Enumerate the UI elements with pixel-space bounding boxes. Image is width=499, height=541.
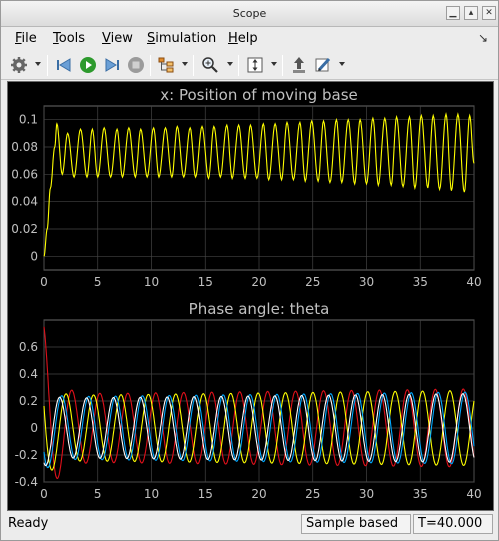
toolbar-separator: [238, 55, 239, 76]
signal-hierarchy-icon[interactable]: [155, 54, 177, 76]
y-tick-label: 0: [30, 249, 38, 263]
x-tick-label: 10: [144, 275, 159, 289]
plot-area: x: Position of moving base 0 5 10 15 20 25 30 35…: [7, 81, 494, 511]
menu-simulation[interactable]: Simulation: [147, 31, 216, 46]
status-text: Ready: [8, 516, 49, 531]
window-title: Scope: [232, 7, 267, 20]
menu-bar: File Tools View Simulation Help ↘: [1, 28, 498, 50]
x-tick-label: 35: [413, 487, 428, 501]
chart-title: x: Position of moving base: [160, 86, 357, 104]
chevron-down-icon[interactable]: [182, 62, 188, 66]
y-tick-label: 0.02: [11, 222, 38, 236]
x-tick-label: 0: [40, 487, 48, 501]
y-tick-label: 0.4: [19, 367, 38, 381]
zoom-icon[interactable]: [199, 54, 221, 76]
toolbar-separator: [47, 55, 48, 76]
x-tick-label: 15: [198, 487, 213, 501]
title-bar: Scope ▁ ▴ ✕: [1, 1, 498, 27]
gear-icon[interactable]: [8, 54, 30, 76]
x-tick-label: 40: [466, 487, 481, 501]
x-tick-label: 10: [144, 487, 159, 501]
run-icon[interactable]: [77, 54, 99, 76]
maximize-icon[interactable]: ▴: [464, 6, 478, 20]
step-back-icon[interactable]: [53, 54, 75, 76]
x-tick-label: 25: [305, 487, 320, 501]
stop-icon[interactable]: [125, 54, 147, 76]
chart-2: Phase angle: theta 0 5 10 15 20 25 30 35 40 -0.4 -0…: [15, 300, 482, 501]
scope-window: Scope ▁ ▴ ✕ File Tools View Simulation H…: [0, 0, 499, 541]
toolbar-separator: [282, 55, 283, 76]
x-tick-label: 15: [198, 275, 213, 289]
dock-arrow-icon[interactable]: ↘: [478, 31, 488, 45]
toolbar-separator: [150, 55, 151, 76]
x-tick-label: 35: [413, 275, 428, 289]
menu-help[interactable]: Help: [228, 31, 258, 46]
x-tick-label: 5: [94, 487, 102, 501]
x-tick-label: 40: [466, 275, 481, 289]
y-tick-label: 0.06: [11, 167, 38, 181]
edit-style-icon[interactable]: [312, 54, 334, 76]
y-tick-label: 0.2: [19, 394, 38, 408]
y-tick-label: 0: [30, 421, 38, 435]
scope-plots: x: Position of moving base 0 5 10 15 20 25 30 35…: [11, 86, 482, 501]
toolbar: [1, 50, 498, 80]
x-tick-label: 5: [94, 275, 102, 289]
y-tick-label: 0.08: [11, 140, 38, 154]
chevron-down-icon[interactable]: [339, 62, 345, 66]
toolbar-separator: [193, 55, 194, 76]
status-time: T=40.000: [413, 514, 493, 534]
y-tick-label: 0.1: [19, 113, 38, 127]
x-tick-label: 30: [359, 487, 374, 501]
menu-view[interactable]: View: [102, 31, 133, 46]
menu-file[interactable]: File: [15, 31, 37, 46]
x-tick-label: 30: [359, 275, 374, 289]
minimize-icon[interactable]: ▁: [446, 6, 460, 20]
scale-axes-icon[interactable]: [244, 54, 266, 76]
status-mode: Sample based: [301, 514, 411, 534]
chevron-down-icon[interactable]: [35, 62, 41, 66]
close-icon[interactable]: ✕: [482, 6, 496, 20]
chart-title: Phase angle: theta: [189, 300, 330, 318]
chart-1: x: Position of moving base 0 5 10 15 20 25 30 35…: [11, 86, 481, 289]
x-tick-label: 0: [40, 275, 48, 289]
highlight-block-icon[interactable]: [288, 54, 310, 76]
y-tick-label: -0.2: [15, 448, 38, 462]
y-tick-label: -0.4: [15, 475, 38, 489]
menu-tools[interactable]: Tools: [53, 31, 85, 46]
y-tick-label: 0.04: [11, 195, 38, 209]
chevron-down-icon[interactable]: [227, 62, 233, 66]
step-forward-icon[interactable]: [101, 54, 123, 76]
x-tick-label: 25: [305, 275, 320, 289]
status-bar: Ready Sample based T=40.000: [1, 512, 498, 540]
x-tick-label: 20: [251, 487, 266, 501]
y-tick-label: 0.6: [19, 340, 38, 354]
x-tick-label: 20: [251, 275, 266, 289]
chevron-down-icon[interactable]: [271, 62, 277, 66]
